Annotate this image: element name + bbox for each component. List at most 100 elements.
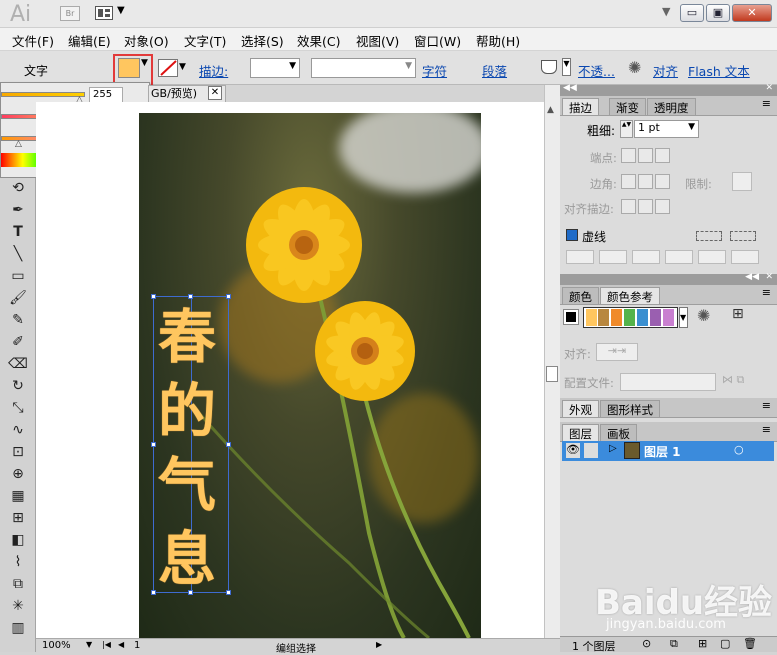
recolor-icon[interactable]: ✺ <box>697 306 710 325</box>
menu-edit[interactable]: 编辑(E) <box>68 31 111 50</box>
rotate-tool-icon[interactable]: ↻ <box>8 376 28 396</box>
butt-cap-icon[interactable] <box>621 148 636 163</box>
flash-text-link[interactable]: Flash 文本 <box>688 61 750 80</box>
base-color-swatch[interactable] <box>563 309 579 325</box>
align-dropdown[interactable]: ⇥⇥ <box>596 343 638 361</box>
menu-file[interactable]: 文件(F) <box>12 31 54 50</box>
bridge-button[interactable]: Br <box>60 6 80 21</box>
round-cap-icon[interactable] <box>638 148 653 163</box>
eye-icon[interactable]: 👁 <box>566 443 580 458</box>
chevron-down-icon[interactable]: ▼ <box>562 58 571 76</box>
blend-tool-icon[interactable]: ⧉ <box>8 574 28 594</box>
selection-handle[interactable] <box>226 294 231 299</box>
panel-close-icon[interactable]: ✕ <box>765 83 773 93</box>
menu-type[interactable]: 文字(T) <box>184 31 226 50</box>
tab-stroke[interactable]: 描边 <box>562 98 599 115</box>
tab-artboards[interactable]: 画板 <box>600 424 637 441</box>
collapse-icon[interactable]: ◀◀ <box>745 272 759 282</box>
panel-menu-icon[interactable]: ≡ <box>762 286 771 299</box>
panel-menu-icon[interactable]: ≡ <box>762 97 771 110</box>
chevron-down-icon[interactable]: ▼ <box>141 58 148 68</box>
chevron-down-icon[interactable]: ▼ <box>117 5 125 16</box>
selection-handle[interactable] <box>151 590 156 595</box>
red-slider[interactable] <box>1 92 85 97</box>
red-value-field[interactable]: 255 <box>89 87 123 103</box>
selection-handle[interactable] <box>188 590 193 595</box>
first-page-icon[interactable]: |◀ <box>102 640 111 649</box>
chevron-down-icon[interactable]: ▼ <box>679 307 688 328</box>
tab-layers[interactable]: 图层 <box>562 424 599 441</box>
menu-select[interactable]: 选择(S) <box>241 31 284 50</box>
paragraph-link[interactable]: 段落 <box>482 61 507 80</box>
dash-align-icon[interactable] <box>730 231 756 241</box>
swatch[interactable] <box>611 309 622 326</box>
minimize-button[interactable]: ▭ <box>680 4 704 22</box>
layer-name[interactable]: 图层 1 <box>644 443 681 460</box>
pencil-icon[interactable]: ✎ <box>8 310 28 330</box>
menu-view[interactable]: 视图(V) <box>356 31 399 50</box>
envelope-icon[interactable] <box>541 60 557 74</box>
locate-object-icon[interactable]: ⊙ <box>642 637 651 650</box>
menu-object[interactable]: 对象(O) <box>124 31 169 50</box>
pen-tool-icon[interactable]: ✒ <box>8 200 28 220</box>
align-outside-icon[interactable] <box>655 199 670 214</box>
preset-dropdown[interactable] <box>620 373 716 391</box>
eraser-icon[interactable]: ⌫ <box>8 354 28 374</box>
mesh-tool-icon[interactable]: ⊞ <box>8 508 28 528</box>
selection-handle[interactable] <box>226 442 231 447</box>
miter-join-icon[interactable] <box>621 174 636 189</box>
tab-transparency[interactable]: 透明度 <box>647 98 696 115</box>
layer-row[interactable]: 👁 ▷ 图层 1 ○ <box>562 441 774 461</box>
tab-color[interactable]: 颜色 <box>562 287 599 304</box>
blob-brush-icon[interactable]: ✐ <box>8 332 28 352</box>
align-inside-icon[interactable] <box>638 199 653 214</box>
tab-appearance[interactable]: 外观 <box>562 400 599 417</box>
scale-tool-icon[interactable]: ⤡ <box>8 398 28 418</box>
swatch[interactable] <box>586 309 597 326</box>
vertical-scrollbar[interactable] <box>544 85 560 638</box>
save-group-icon[interactable]: ⊞ <box>732 306 744 322</box>
collapse-icon[interactable]: ◀◀ <box>563 83 577 93</box>
tab-graphic-styles[interactable]: 图形样式 <box>600 400 660 417</box>
line-tool-icon[interactable]: ╲ <box>8 244 28 264</box>
panel-close-icon[interactable]: ✕ <box>765 272 773 282</box>
gap-field[interactable] <box>599 250 627 264</box>
align-center-icon[interactable] <box>621 199 636 214</box>
new-layer-icon[interactable]: ▢ <box>720 637 730 650</box>
gradient-tool-icon[interactable]: ◧ <box>8 530 28 550</box>
tab-gradient[interactable]: 渐变 <box>609 98 646 115</box>
zoom-level[interactable]: 100% <box>42 640 71 651</box>
free-transform-icon[interactable]: ⊡ <box>8 442 28 462</box>
stroke-weight-dropdown[interactable]: ▼ <box>250 58 300 78</box>
weight-stepper[interactable]: ▲▼ <box>620 120 633 138</box>
selection-handle[interactable] <box>188 294 193 299</box>
harmony-swatches[interactable] <box>583 307 678 328</box>
swatch[interactable] <box>650 309 661 326</box>
bevel-join-icon[interactable] <box>655 174 670 189</box>
chevron-down-icon[interactable]: ▼ <box>179 62 186 72</box>
opacity-link[interactable]: 不透... <box>578 61 615 80</box>
swatch[interactable] <box>598 309 609 326</box>
stroke-link[interactable]: 描边: <box>199 61 228 80</box>
perspective-grid-icon[interactable]: ▦ <box>8 486 28 506</box>
scroll-up-icon[interactable]: ▲ <box>547 105 554 115</box>
lasso-icon[interactable]: ⟲ <box>8 178 28 198</box>
menu-help[interactable]: 帮助(H) <box>476 31 520 50</box>
weight-dropdown[interactable]: 1 pt ▼ <box>634 120 699 138</box>
shape-builder-icon[interactable]: ⊕ <box>8 464 28 484</box>
swatch[interactable] <box>624 309 635 326</box>
symbol-sprayer-icon[interactable]: ✳ <box>8 596 28 616</box>
workspace-switcher-arrow[interactable]: ▼ <box>662 5 670 18</box>
round-join-icon[interactable] <box>638 174 653 189</box>
align-link[interactable]: 对齐 <box>653 61 678 80</box>
dash-preserve-icon[interactable] <box>696 231 722 241</box>
panel-menu-icon[interactable]: ≡ <box>762 423 771 436</box>
eyedropper-icon[interactable]: ⌇ <box>8 552 28 572</box>
lock-toggle[interactable] <box>584 443 598 458</box>
paintbrush-icon[interactable]: 🖌 <box>8 288 28 308</box>
limit-field[interactable] <box>732 172 752 191</box>
tab-color-guide[interactable]: 颜色参考 <box>600 287 660 304</box>
square-cap-icon[interactable] <box>655 148 670 163</box>
character-link[interactable]: 字符 <box>422 61 447 80</box>
new-sublayer-icon[interactable]: ⊞ <box>698 637 707 650</box>
